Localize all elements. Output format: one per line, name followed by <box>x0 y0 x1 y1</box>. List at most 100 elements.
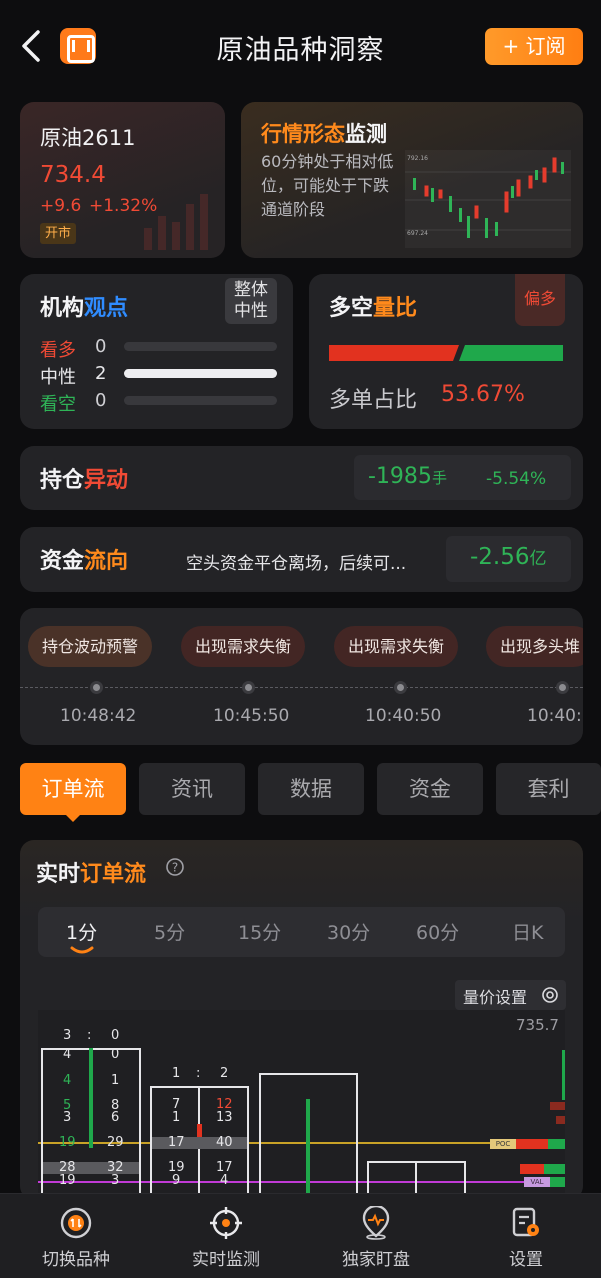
long-short-bar <box>329 345 563 361</box>
candle-4-divider <box>415 1161 417 1193</box>
pos-title-a: 持仓 <box>40 468 85 493</box>
trend-title-rest: 监测 <box>345 122 387 146</box>
contract-name: 原油2611 <box>40 126 136 150</box>
inst-title-b: 观点 <box>84 296 129 321</box>
tab-funds[interactable]: 资金 <box>377 763 483 815</box>
chart-label-top: 792.16 <box>407 155 428 162</box>
of-title-b: 订单流 <box>80 862 147 887</box>
bias-badge: 偏多 <box>515 274 565 326</box>
exclusive-watch-icon[interactable] <box>359 1206 393 1240</box>
neutral-label: 中性 <box>40 367 76 388</box>
tab-arbitrage[interactable]: 套利 <box>496 763 601 815</box>
settings-doc-icon[interactable] <box>509 1206 543 1240</box>
bear-count: 0 <box>95 390 107 411</box>
nav-exclusive-watch[interactable]: 独家盯盘 <box>316 1245 436 1270</box>
timeline-time-4: 10:40:5 <box>527 706 583 726</box>
candle-1-body <box>89 1048 93 1148</box>
bear-label: 看空 <box>40 394 76 415</box>
timeline-time-3: 10:40:50 <box>365 706 442 726</box>
flow-title-a: 资金 <box>40 549 85 574</box>
market-status-badge: 开市 <box>40 223 77 244</box>
flow-description: 空头资金平仓离场，后续可... <box>186 554 407 574</box>
timeline-pill-3[interactable]: 出现需求失衡 <box>334 626 459 667</box>
profile-bar <box>520 1164 544 1174</box>
settings-icon <box>542 987 558 1003</box>
profile-bar <box>548 1139 565 1149</box>
timeline-dot-2 <box>242 681 255 694</box>
profile-bar <box>550 1102 565 1110</box>
pos-number: -1985 <box>368 464 432 489</box>
bull-label: 看多 <box>40 340 76 361</box>
poc-label: POC <box>490 1139 516 1149</box>
position-change-card[interactable]: 持仓异动 -1985手 -5.54% <box>20 446 583 510</box>
profile-bar <box>556 1116 565 1124</box>
ratio-title-a: 多空 <box>329 296 374 321</box>
profile-bar <box>550 1177 565 1187</box>
profile-bar <box>562 1050 565 1100</box>
realtime-monitor-icon[interactable] <box>209 1206 243 1240</box>
pos-value: -1985手 <box>368 464 447 489</box>
institution-view-card[interactable]: 机构观点 整体 中性 看多 0 中性 2 看空 0 <box>20 274 293 429</box>
chart-label-bottom: 697.24 <box>407 230 428 237</box>
nav-realtime-monitor[interactable]: 实时监测 <box>166 1245 286 1270</box>
price-card[interactable]: 原油2611 734.4 +9.6 +1.32% 开市 <box>20 102 225 258</box>
tab-data[interactable]: 数据 <box>258 763 364 815</box>
trend-title-highlight: 行情形态 <box>261 122 345 146</box>
fund-flow-card[interactable]: 资金流向 空头资金平仓离场，后续可... -2.56亿 <box>20 527 583 592</box>
ratio-title-b: 量比 <box>373 296 418 321</box>
timeline-dot-3 <box>394 681 407 694</box>
timeline-scroll[interactable]: 持仓波动预警 出现需求失衡 出现需求失衡 出现多头堆 10:48:42 10:4… <box>20 608 583 745</box>
nav-settings[interactable]: 设置 <box>466 1245 586 1270</box>
price-settings-button[interactable]: 量价设置 <box>455 980 566 1010</box>
price-settings-label: 量价设置 <box>463 988 528 1007</box>
timeline-dot-1 <box>90 681 103 694</box>
pos-title-b: 异动 <box>84 468 129 493</box>
neutral-bar-fill <box>124 369 277 378</box>
candle-3-body <box>306 1099 310 1193</box>
nav-switch-variety[interactable]: 切换品种 <box>16 1245 136 1270</box>
bull-count: 0 <box>95 336 107 357</box>
timeline-dot-4 <box>556 681 569 694</box>
pos-unit: 手 <box>431 469 447 487</box>
trend-monitor-card[interactable]: 行情形态监测 60分钟处于相对低位，可能处于下跌通道阶段 792.16 697.… <box>241 102 583 258</box>
trend-description: 60分钟处于相对低位，可能处于下跌通道阶段 <box>261 152 394 219</box>
period-selector <box>38 907 565 957</box>
period-daily[interactable]: 日K <box>512 918 543 945</box>
last-price: 734.4 <box>40 162 106 188</box>
tab-order-flow[interactable]: 订单流 <box>20 763 126 815</box>
timeline-time-1: 10:48:42 <box>60 706 137 726</box>
long-short-ratio-card[interactable]: 多空量比 偏多 多单占比 53.67% <box>309 274 583 429</box>
timeline-time-2: 10:45:50 <box>213 706 290 726</box>
timeline-pill-2[interactable]: 出现需求失衡 <box>181 626 306 667</box>
bear-bar <box>124 396 277 405</box>
period-15m[interactable]: 15分 <box>238 918 281 945</box>
timeline-pill-1[interactable]: 持仓波动预警 <box>28 626 153 667</box>
price-change: +9.6 <box>40 196 82 216</box>
switch-variety-icon[interactable] <box>59 1206 93 1240</box>
price-bg-decor-icon <box>144 194 208 250</box>
profile-bar <box>544 1164 565 1174</box>
active-tab-pointer <box>65 814 81 822</box>
overall-line1: 整体 <box>234 280 268 300</box>
help-icon[interactable]: ? <box>165 857 185 877</box>
long-ratio-label: 多单占比 <box>329 388 418 413</box>
pos-pct: -5.54% <box>486 469 547 489</box>
candle-2-highlight-row <box>152 1137 247 1149</box>
price-top-label: 735.7 <box>516 1016 559 1034</box>
flow-unit: 亿 <box>529 549 547 569</box>
candle-1-highlight-row <box>43 1162 139 1174</box>
val-label: VAL <box>524 1177 550 1187</box>
tab-news[interactable]: 资讯 <box>139 763 245 815</box>
overall-view-badge: 整体 中性 <box>225 278 277 324</box>
neutral-count: 2 <box>95 363 107 384</box>
bull-bar <box>124 342 277 351</box>
timeline-line <box>20 687 583 688</box>
period-5m[interactable]: 5分 <box>154 918 185 945</box>
period-60m[interactable]: 60分 <box>416 918 459 945</box>
subscribe-button[interactable]: + 订阅 <box>485 28 583 65</box>
long-ratio-value: 53.67% <box>441 382 525 407</box>
period-30m[interactable]: 30分 <box>327 918 370 945</box>
timeline-pill-4[interactable]: 出现多头堆 <box>486 626 583 667</box>
period-1m[interactable]: 1分 <box>66 918 97 945</box>
flow-title-b: 流向 <box>84 549 129 574</box>
